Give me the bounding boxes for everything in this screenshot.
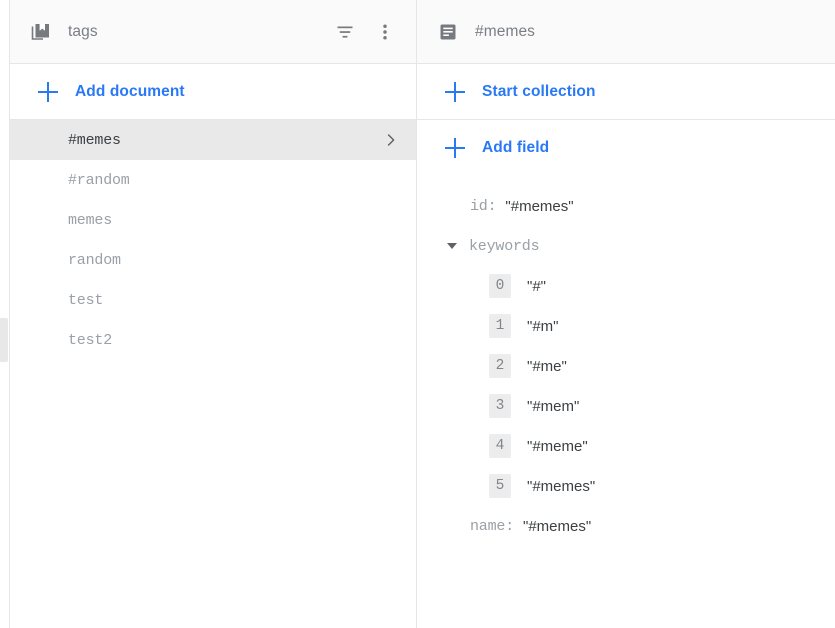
document-name: #memes xyxy=(68,131,121,149)
document-id-title: #memes xyxy=(475,22,536,40)
firestore-data-browser: tags Add document #memes #random memes r… xyxy=(0,0,835,628)
documents-panel: tags Add document #memes #random memes r… xyxy=(9,0,416,628)
field-row-id[interactable]: id: "#memes" xyxy=(417,186,835,226)
document-icon xyxy=(437,21,459,43)
array-item-row[interactable]: 0 "#" xyxy=(417,266,835,306)
array-item-row[interactable]: 4 "#meme" xyxy=(417,426,835,466)
document-list: #memes #random memes random test test2 xyxy=(10,120,416,360)
array-item-row[interactable]: 2 "#me" xyxy=(417,346,835,386)
chevron-right-icon xyxy=(382,131,400,149)
field-value: "#memes" xyxy=(523,517,592,535)
array-item-value: "#meme" xyxy=(527,437,588,455)
field-row-keywords[interactable]: keywords xyxy=(417,226,835,266)
field-row-name[interactable]: name: "#memes" xyxy=(417,506,835,546)
array-index-badge: 4 xyxy=(489,434,511,458)
field-value: "#memes" xyxy=(505,197,574,215)
document-list-item[interactable]: test xyxy=(10,280,416,320)
document-detail-panel: #memes Start collection Add field id: "#… xyxy=(416,0,835,628)
plus-icon xyxy=(445,138,465,158)
array-item-row[interactable]: 3 "#mem" xyxy=(417,386,835,426)
documents-panel-header: tags xyxy=(10,0,416,64)
array-item-value: "#m" xyxy=(527,317,559,335)
field-key: id: xyxy=(470,197,497,215)
add-field-button[interactable]: Add field xyxy=(417,120,835,176)
more-vert-icon[interactable] xyxy=(368,15,402,49)
array-item-value: "#" xyxy=(527,277,546,295)
document-list-item[interactable]: random xyxy=(10,240,416,280)
panel-resize-handle[interactable] xyxy=(0,318,8,362)
filter-icon[interactable] xyxy=(328,15,362,49)
array-index-badge: 5 xyxy=(489,474,511,498)
array-item-value: "#memes" xyxy=(527,477,596,495)
array-item-value: "#mem" xyxy=(527,397,580,415)
document-name: #random xyxy=(68,171,130,189)
document-list-item[interactable]: test2 xyxy=(10,320,416,360)
start-collection-label: Start collection xyxy=(482,82,596,100)
documents-header-actions xyxy=(328,15,402,49)
document-list-item[interactable]: #memes xyxy=(10,120,416,160)
array-item-row[interactable]: 5 "#memes" xyxy=(417,466,835,506)
left-gutter xyxy=(0,0,9,628)
document-name: memes xyxy=(68,211,113,229)
triangle-down-icon[interactable] xyxy=(447,243,457,249)
document-name: test2 xyxy=(68,331,113,349)
array-item-row[interactable]: 1 "#m" xyxy=(417,306,835,346)
array-index-badge: 0 xyxy=(489,274,511,298)
add-field-label: Add field xyxy=(482,139,550,156)
add-document-button[interactable]: Add document xyxy=(10,64,416,120)
document-name: test xyxy=(68,291,104,309)
field-key: name: xyxy=(470,517,515,535)
plus-icon xyxy=(38,81,58,102)
array-index-badge: 2 xyxy=(489,354,511,378)
document-list-item[interactable]: #random xyxy=(10,160,416,200)
collection-icon xyxy=(30,21,52,43)
collection-name-title: tags xyxy=(68,22,98,40)
document-detail-header: #memes xyxy=(417,0,835,64)
document-name: random xyxy=(68,251,121,269)
start-collection-button[interactable]: Start collection xyxy=(417,64,835,120)
field-tree: id: "#memes" keywords 0 "#" 1 "#m" 2 "#m… xyxy=(417,176,835,546)
array-index-badge: 1 xyxy=(489,314,511,338)
array-item-value: "#me" xyxy=(527,357,567,375)
plus-icon xyxy=(445,81,465,102)
document-list-item[interactable]: memes xyxy=(10,200,416,240)
field-key: keywords xyxy=(469,237,540,255)
array-index-badge: 3 xyxy=(489,394,511,418)
add-document-label: Add document xyxy=(75,82,185,100)
